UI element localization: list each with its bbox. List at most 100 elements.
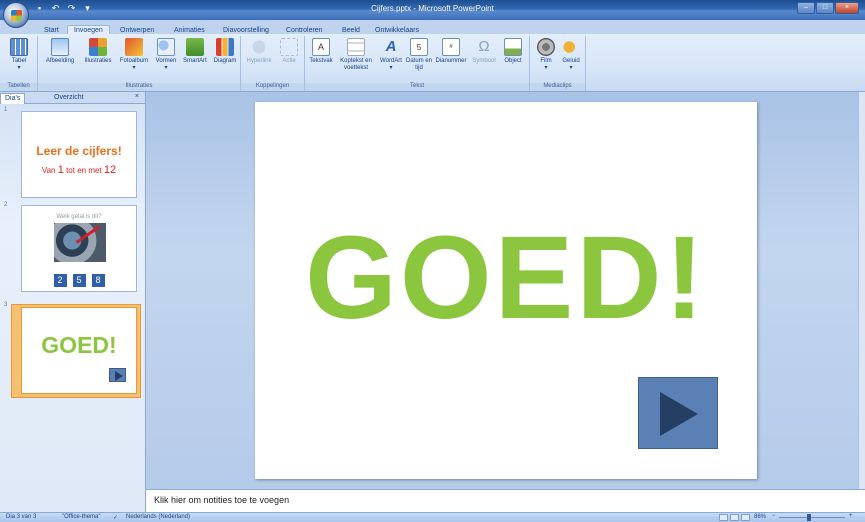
tab-overzicht[interactable]: Overzicht [50,93,88,104]
object-button[interactable]: Object [499,38,527,65]
maximize-button[interactable]: □ [816,2,834,14]
sound-icon [562,38,580,56]
tabel-button[interactable]: Tabel ▾ [6,38,32,72]
hyperlink-icon [250,38,268,56]
notes-placeholder: Klik hier om notities toe te voegen [154,495,290,505]
title-bar: ▪ ↶ ↷ ▾ Cijfers.pptx - Microsoft PowerPo… [0,0,865,20]
dropdown-arrow-icon: ▾ [544,65,548,71]
film-icon [537,38,555,56]
vormen-button[interactable]: Vormen ▾ [152,38,180,72]
play-arrow-icon [660,392,698,436]
film-button[interactable]: Film ▾ [534,38,558,72]
illustraties-button[interactable]: Illustraties [80,38,116,65]
slide-thumbnail-3[interactable]: GOED! [21,307,137,394]
object-label: Object [504,58,522,64]
theme-name: "Office-thema" [62,514,101,520]
group-tabellen: Tabel ▾ Tabellen [0,36,38,91]
smartart-label: SmartArt [183,58,207,64]
status-bar: Dia 3 van 3 "Office-thema" ✓ Nederlands … [0,512,865,522]
table-icon [10,38,28,56]
photo-album-icon [125,38,143,56]
next-action-button[interactable] [638,377,718,449]
slide-sorter-button[interactable] [730,514,739,521]
dropdown-arrow-icon: ▾ [569,65,573,71]
notes-pane[interactable]: Klik hier om notities toe te voegen [145,489,865,512]
current-slide[interactable]: GOED! [255,102,757,479]
zoom-in-icon[interactable]: + [849,513,853,519]
group-illustraties: Afbeelding Illustraties Fotoalbum ▾ Vorme… [38,36,241,91]
slide-number: 2 [4,202,8,208]
afbeelding-button[interactable]: Afbeelding [40,38,80,65]
slide-number-icon: # [442,38,460,56]
diagram-button[interactable]: Diagram [210,38,240,65]
group-label-koppelingen: Koppelingen [241,83,304,91]
tab-beeld[interactable]: Beeld [342,27,360,34]
tab-controleren[interactable]: Controleren [286,27,323,34]
ribbon-tabs: Start Invoegen Ontwerpen Animaties Diavo… [0,20,865,35]
action-icon [280,38,298,56]
geluid-button[interactable]: Geluid ▾ [558,38,584,72]
tekstvak-button[interactable]: A Tekstvak [307,38,335,65]
vertical-scrollbar[interactable] [858,92,865,489]
koptekst-voettekst-button[interactable]: Koptekst en voettekst [335,38,377,72]
language[interactable]: Nederlands (Nederland) [126,514,190,520]
tab-start[interactable]: Start [44,27,59,34]
film-label: Film [540,58,552,64]
slide-thumbnail-1[interactable]: Leer de cijfers! Van 1 tot en met 12 [21,111,137,198]
dianummer-button[interactable]: # Dianummer [433,38,469,65]
thumbnail-title: Leer de cijfers! [36,144,122,158]
tab-ontwikkelaars[interactable]: Ontwikkelaars [375,27,419,34]
wordart-label: WordArt [380,58,402,64]
close-pane-icon[interactable]: × [135,93,139,100]
actie-label: Actie [282,58,296,64]
textbox-icon: A [312,38,330,56]
office-logo-icon [11,10,22,21]
illustraties-label: Illustraties [84,58,112,64]
zoom-slider-handle[interactable] [807,514,811,521]
zoom-slider[interactable] [779,517,845,518]
geluid-label: Geluid [562,58,580,64]
slide-title[interactable]: GOED! [255,218,757,338]
window-controls: – □ × [797,2,859,14]
tab-diavoorstelling[interactable]: Diavoorstelling [223,27,269,34]
slide-thumbnail-2[interactable]: Welk getal is dit? 2 5 8 [21,205,137,292]
dropdown-arrow-icon: ▾ [389,65,393,71]
play-arrow-icon [109,368,126,382]
shapes-icon [157,38,175,56]
tab-ontwerpen[interactable]: Ontwerpen [120,27,154,34]
smartart-button[interactable]: SmartArt [180,38,210,65]
diagram-label: Diagram [213,58,237,64]
group-tekst: A Tekstvak Koptekst en voettekst A WordA… [305,36,530,91]
close-button[interactable]: × [835,2,859,14]
thumbnail-title: Welk getal is dit? [56,214,102,220]
datum-tijd-button[interactable]: 5 Datum en tijd [405,38,433,72]
tab-dias[interactable]: Dia's [0,93,26,104]
object-icon [504,38,522,56]
slide-thumbnails: 1 Leer de cijfers! Van 1 tot en met 12 2… [0,104,145,512]
normal-view-button[interactable] [719,514,728,521]
smartart-icon [186,38,204,56]
minimize-button[interactable]: – [797,2,815,14]
group-label-tekst: Tekst [305,83,529,91]
fotoalbum-button[interactable]: Fotoalbum ▾ [116,38,152,72]
symbool-label: Symbool [472,58,496,64]
slide-number: 1 [4,107,8,113]
picture-icon [51,38,69,56]
slide-number: 3 [4,302,8,308]
thumbnail-title: GOED! [41,332,117,358]
window-title: Cijfers.pptx - Microsoft PowerPoint [371,4,494,13]
group-koppelingen: Hyperlink Actie Koppelingen [241,36,305,91]
zoom-out-icon[interactable]: − [772,513,776,519]
spellcheck-icon[interactable]: ✓ [113,514,118,521]
wordart-button[interactable]: A WordArt ▾ [377,38,405,72]
group-label-tabellen: Tabellen [0,83,37,91]
tab-animaties[interactable]: Animaties [174,27,205,34]
hyperlink-button[interactable]: Hyperlink [243,38,275,65]
office-button[interactable] [3,2,29,28]
slideshow-button[interactable] [741,514,750,521]
number-choice: 2 [53,274,67,287]
zoom-level[interactable]: 86% [754,514,766,520]
actie-button[interactable]: Actie [275,38,303,65]
symbool-button[interactable]: Ω Symbool [469,38,499,65]
fotoalbum-label: Fotoalbum [119,58,149,64]
